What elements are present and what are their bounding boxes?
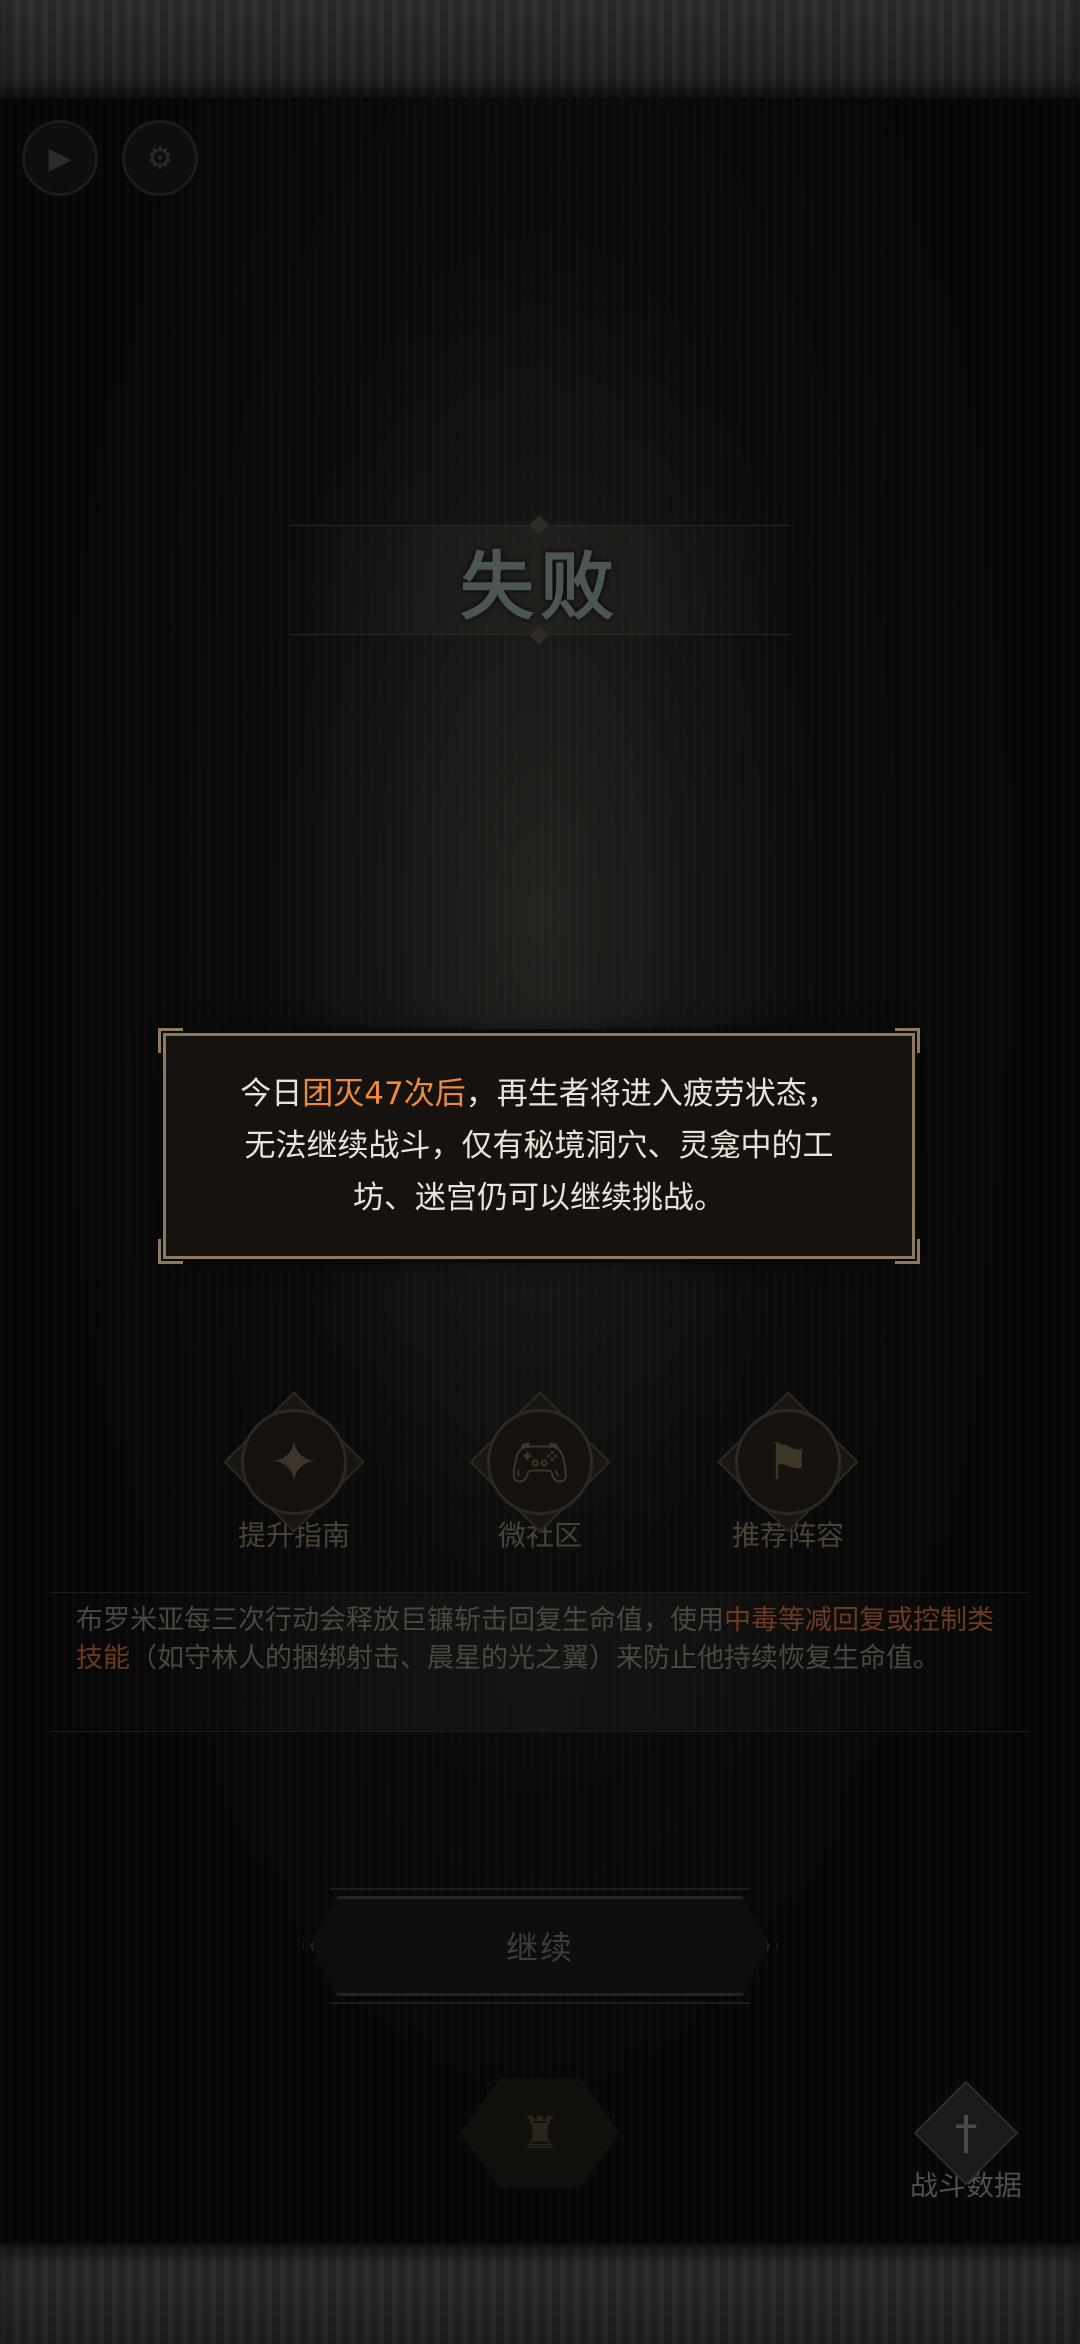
bottom-emblem: ♜ — [450, 2068, 630, 2198]
recommended-lineup-button[interactable]: ⚑ 推荐阵容 — [717, 1391, 859, 1552]
result-title: 失败 — [460, 543, 620, 630]
dialog-corner-ornament — [895, 1028, 920, 1053]
notice-text: 今日团灭47次后，再生者将进入疲劳状态，无法继续战斗，仅有秘境洞穴、灵龛中的工坊… — [234, 1068, 844, 1224]
battle-tip: 布罗米亚每三次行动会释放巨镰斩击回复生命值，使用中毒等减回复或控制类技能（如守林… — [76, 1602, 1016, 1678]
continue-button[interactable]: 继续 — [310, 1896, 770, 1996]
dialog-corner-ornament — [158, 1028, 183, 1053]
tip-part2: （如守林人的捆绑射击、晨星的光之翼）来防止他持续恢复生命值。 — [130, 1643, 940, 1674]
improve-guide-button[interactable]: ✦ 提升指南 — [223, 1391, 365, 1552]
dialog-corner-ornament — [158, 1239, 183, 1264]
settings-icon: ⚙ — [122, 120, 198, 196]
compass-icon: ✦ — [223, 1391, 365, 1533]
tip-part1: 布罗米亚每三次行动会释放巨镰斩击回复生命值，使用 — [76, 1605, 724, 1636]
bottom-frame-border — [0, 2244, 1080, 2344]
sword-shield-icon: † — [913, 2080, 1019, 2186]
notice-prefix: 今日 — [240, 1076, 303, 1112]
fatigue-notice-dialog: 今日团灭47次后，再生者将进入疲劳状态，无法继续战斗，仅有秘境洞穴、灵龛中的工坊… — [158, 1028, 920, 1264]
play-icon: ▶ — [22, 120, 98, 196]
crest-icon: ♜ — [520, 2107, 560, 2159]
top-frame-border — [0, 0, 1080, 101]
battle-data-button[interactable]: † 战斗数据 — [896, 2080, 1036, 2208]
notice-highlight: 团灭47次后 — [302, 1076, 466, 1112]
result-banner: 失败 — [290, 515, 790, 645]
gamepad-icon: 🎮︎ — [469, 1391, 611, 1533]
thumbs-up-banner-icon: ⚑ — [717, 1391, 859, 1533]
micro-community-button[interactable]: 🎮︎ 微社区 — [469, 1391, 611, 1552]
dialog-corner-ornament — [895, 1239, 920, 1264]
